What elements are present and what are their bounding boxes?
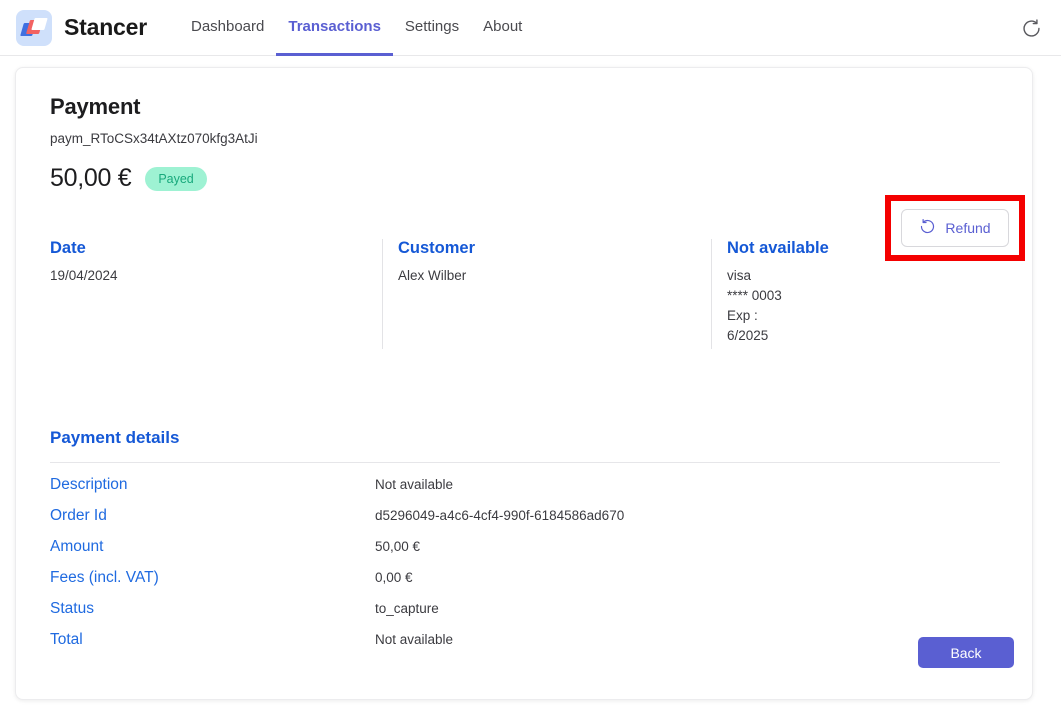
detail-label-amount: Amount xyxy=(50,538,104,555)
card-brand: visa xyxy=(727,268,752,283)
card-last4: **** 0003 xyxy=(727,288,782,303)
amount-row: 50,00 € Payed xyxy=(50,164,998,193)
details-divider xyxy=(50,462,1000,463)
detail-value-fees: 0,00 € xyxy=(375,570,413,585)
info-column-card: Not available visa **** 0003 Exp : 6/202… xyxy=(711,239,1000,349)
details-table: Description Not available Order Id d5296… xyxy=(50,476,1000,662)
table-row: Order Id d5296049-a4c6-4cf4-990f-6184586… xyxy=(50,507,1000,538)
details-section-title: Payment details xyxy=(50,428,180,447)
brand-name: Stancer xyxy=(64,14,147,40)
main-nav: Dashboard Transactions Settings About xyxy=(179,0,534,57)
status-badge: Payed xyxy=(145,166,207,191)
refresh-icon[interactable] xyxy=(1015,12,1047,44)
info-columns: Date 19/04/2024 Customer Alex Wilber Not… xyxy=(50,239,1000,349)
nav-item-settings[interactable]: Settings xyxy=(393,0,471,57)
table-row: Fees (incl. VAT) 0,00 € xyxy=(50,569,1000,600)
nav-item-about[interactable]: About xyxy=(471,0,534,57)
detail-label-total: Total xyxy=(50,631,83,648)
table-row: Total Not available xyxy=(50,631,1000,662)
info-column-customer: Customer Alex Wilber xyxy=(382,239,711,349)
detail-label-description: Description xyxy=(50,476,128,493)
page-title: Payment xyxy=(50,94,141,119)
card-exp-label: Exp : xyxy=(727,308,758,323)
table-row: Description Not available xyxy=(50,476,1000,507)
page-body: Payment paym_RToCSx34tAXtz070kfg3AtJi 50… xyxy=(0,56,1061,712)
table-row: Status to_capture xyxy=(50,600,1000,631)
info-column-date: Date 19/04/2024 xyxy=(50,239,382,349)
payment-id: paym_RToCSx34tAXtz070kfg3AtJi xyxy=(50,131,258,146)
info-value-date: 19/04/2024 xyxy=(50,268,118,283)
info-title-card: Not available xyxy=(727,239,829,257)
refund-button-label: Refund xyxy=(945,220,991,236)
rotate-left-icon xyxy=(919,218,936,238)
detail-value-amount: 50,00 € xyxy=(375,539,421,554)
info-title-customer: Customer xyxy=(398,239,476,257)
detail-value-order-id: d5296049-a4c6-4cf4-990f-6184586ad670 xyxy=(375,508,625,523)
detail-value-status: to_capture xyxy=(375,601,439,616)
back-button[interactable]: Back xyxy=(918,637,1014,668)
table-row: Amount 50,00 € xyxy=(50,538,1000,569)
payment-card: Payment paym_RToCSx34tAXtz070kfg3AtJi 50… xyxy=(15,67,1033,700)
top-navigation-bar: Stancer Dashboard Transactions Settings … xyxy=(0,0,1061,57)
stancer-logo-icon xyxy=(16,9,52,46)
detail-label-fees: Fees (incl. VAT) xyxy=(50,569,159,586)
nav-item-dashboard[interactable]: Dashboard xyxy=(179,0,276,57)
brand[interactable]: Stancer xyxy=(16,9,147,46)
detail-value-total: Not available xyxy=(375,632,454,647)
nav-item-transactions[interactable]: Transactions xyxy=(276,0,393,57)
detail-value-description: Not available xyxy=(375,477,454,492)
payment-amount: 50,00 € xyxy=(50,164,132,192)
info-value-customer: Alex Wilber xyxy=(398,268,467,283)
card-exp-value: 6/2025 xyxy=(727,328,769,343)
detail-label-order-id: Order Id xyxy=(50,507,107,524)
info-title-date: Date xyxy=(50,239,86,257)
detail-label-status: Status xyxy=(50,600,94,617)
